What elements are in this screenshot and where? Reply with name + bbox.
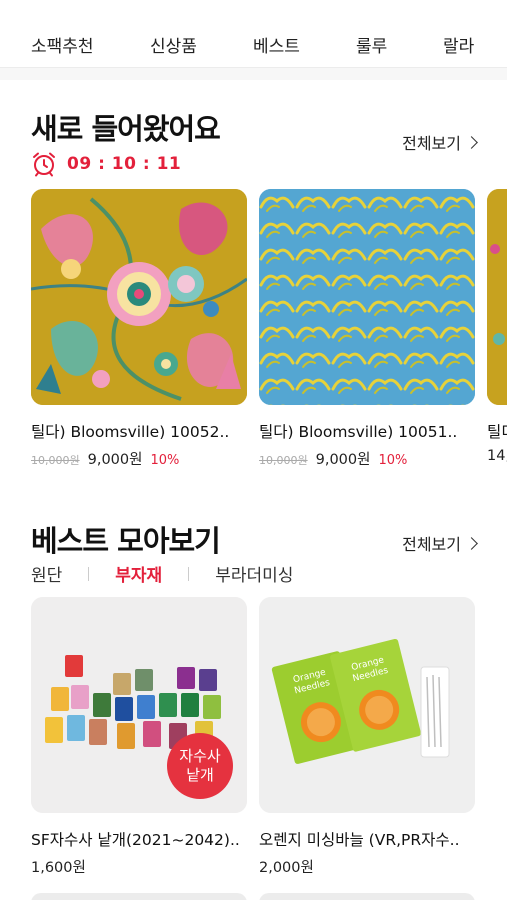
nav-item-new[interactable]: 신상품 (150, 32, 197, 57)
sale-price: 9,000원 (315, 452, 371, 468)
product-name[interactable]: 틸다) Bloomsville) 10052.. (31, 420, 247, 442)
product-card-peek-clip: 틸디 14, (487, 189, 507, 479)
product-name[interactable]: 틸디 (487, 420, 507, 442)
product-name[interactable]: 틸다) Bloomsville) 10051.. (259, 420, 475, 442)
badge-line-2: 낱개 (186, 766, 214, 784)
product-name[interactable]: SF자수사 낱개(2021~2042).. (31, 828, 247, 850)
sale-price: 2,000원 (259, 860, 314, 876)
original-price: 10,000원 (259, 454, 308, 467)
next-row-card-peek (31, 893, 247, 900)
chevron-right-icon (465, 136, 478, 149)
best-section-title: 베스트 모아보기 (31, 524, 221, 558)
chevron-right-icon (465, 537, 478, 550)
product-prices: 10,000원 9,000원 10% (31, 448, 247, 469)
discount-rate: 10% (378, 453, 408, 468)
tab-supplies[interactable]: 부자재 (115, 561, 162, 586)
nav-item-best[interactable]: 베스트 (253, 32, 300, 57)
product-card[interactable]: 틸다) Bloomsville) 10051.. 10,000원 9,000원 … (259, 189, 475, 469)
product-name[interactable]: 오렌지 미싱바늘 (VR,PR자수.. (259, 828, 475, 850)
sale-price: 1,600원 (31, 860, 86, 876)
original-price: 10,000원 (31, 454, 80, 467)
product-card[interactable]: 자수사 낱개 SF자수사 낱개(2021~2042).. 1,600원 (31, 597, 247, 877)
best-category-tabs: 원단 부자재 부라더미싱 (31, 561, 293, 586)
badge-individual-thread: 자수사 낱개 (167, 733, 233, 799)
product-card[interactable]: 틸디 14, (487, 189, 507, 464)
tab-divider (88, 566, 90, 581)
best-see-all-button[interactable]: 전체보기 (402, 531, 478, 555)
nav-item-lulu[interactable]: 룰루 (356, 32, 387, 57)
timer-value: 09 : 10 : 11 (67, 154, 182, 174)
product-image[interactable]: 자수사 낱개 (31, 597, 247, 813)
alarm-clock-icon (33, 152, 55, 177)
countdown-timer: 09 : 10 : 11 (31, 151, 181, 177)
badge-line-1: 자수사 (179, 747, 221, 765)
product-prices: 14, (487, 448, 507, 464)
see-all-label: 전체보기 (402, 134, 461, 153)
nav-item-recommend[interactable]: 소팩추천 (31, 32, 94, 57)
product-image[interactable] (487, 189, 507, 405)
tab-divider (188, 566, 190, 581)
nav-item-lala[interactable]: 랄라 (443, 32, 474, 57)
next-row-card-peek (259, 893, 475, 900)
product-card[interactable]: 틸다) Bloomsville) 10052.. 10,000원 9,000원 … (31, 189, 247, 469)
sale-price: 9,000원 (87, 452, 143, 468)
section-divider (0, 68, 507, 80)
new-arrivals-see-all-button[interactable]: 전체보기 (402, 130, 478, 154)
see-all-label: 전체보기 (402, 535, 461, 554)
new-arrivals-title: 새로 들어왔어요 (31, 112, 221, 146)
sale-price: 14, (487, 448, 507, 464)
needle-pack-image: Orange Needles Orange Needles (259, 597, 475, 813)
product-card[interactable]: Orange Needles Orange Needles 오렌지 미싱바늘 (… (259, 597, 475, 877)
product-prices: 10,000원 9,000원 10% (259, 448, 475, 469)
top-category-nav: 소팩추천 신상품 베스트 룰루 랄라 (0, 0, 507, 68)
floral-fabric-pattern (31, 189, 247, 405)
wave-fabric-pattern (259, 189, 475, 405)
tab-fabric[interactable]: 원단 (31, 561, 62, 586)
product-image[interactable]: Orange Needles Orange Needles (259, 597, 475, 813)
product-image[interactable] (259, 189, 475, 405)
product-image[interactable] (31, 189, 247, 405)
tab-brother-sewing[interactable]: 부라더미싱 (215, 561, 293, 586)
discount-rate: 10% (150, 453, 180, 468)
fabric-pattern (487, 189, 507, 405)
